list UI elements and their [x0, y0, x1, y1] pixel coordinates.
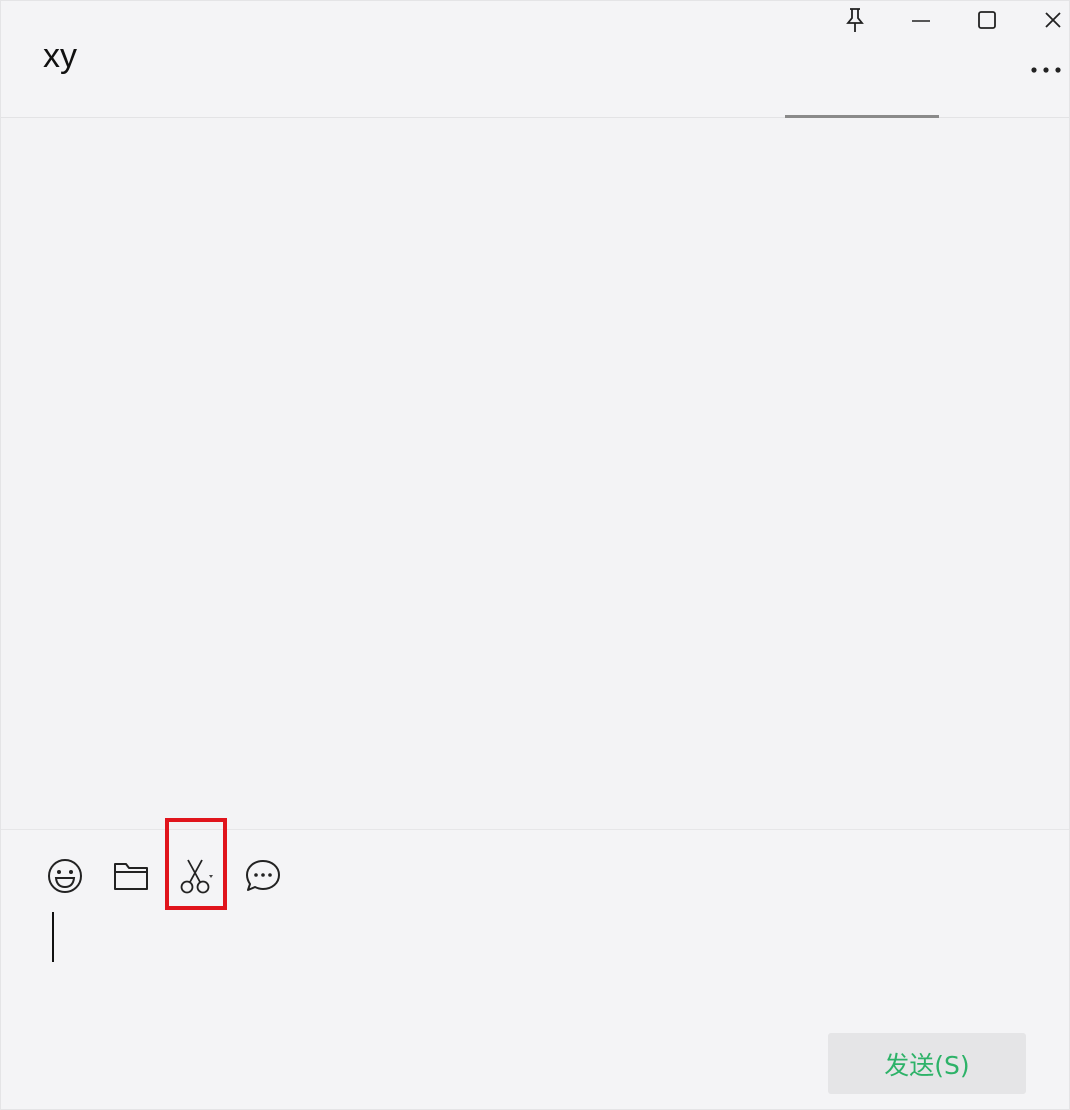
- chat-window: xy 发送(S): [0, 0, 1070, 1110]
- folder-button[interactable]: [109, 854, 153, 898]
- chat-history-button[interactable]: [241, 854, 285, 898]
- maximize-button[interactable]: [970, 5, 1004, 35]
- pin-button[interactable]: [838, 5, 872, 35]
- emoji-button[interactable]: [43, 854, 87, 898]
- maximize-icon: [978, 11, 996, 29]
- text-caret: [52, 912, 54, 962]
- folder-icon: [114, 863, 148, 890]
- emoji-icon: [48, 859, 82, 893]
- title-bar: xy: [1, 1, 1069, 118]
- close-button[interactable]: [1036, 5, 1070, 35]
- more-button[interactable]: [1029, 57, 1063, 83]
- pin-icon: [846, 8, 864, 32]
- message-input[interactable]: [45, 910, 1025, 1020]
- close-icon: [1045, 12, 1061, 28]
- input-area: 发送(S): [1, 829, 1069, 1109]
- highlight-annotation: [165, 818, 227, 910]
- minimize-icon: [912, 20, 930, 22]
- chat-history-icon: [246, 860, 280, 891]
- send-button[interactable]: 发送(S): [828, 1033, 1026, 1094]
- more-icon: [1031, 67, 1061, 73]
- chat-title: xy: [43, 37, 77, 75]
- minimize-button[interactable]: [904, 5, 938, 35]
- message-area: [1, 118, 1069, 829]
